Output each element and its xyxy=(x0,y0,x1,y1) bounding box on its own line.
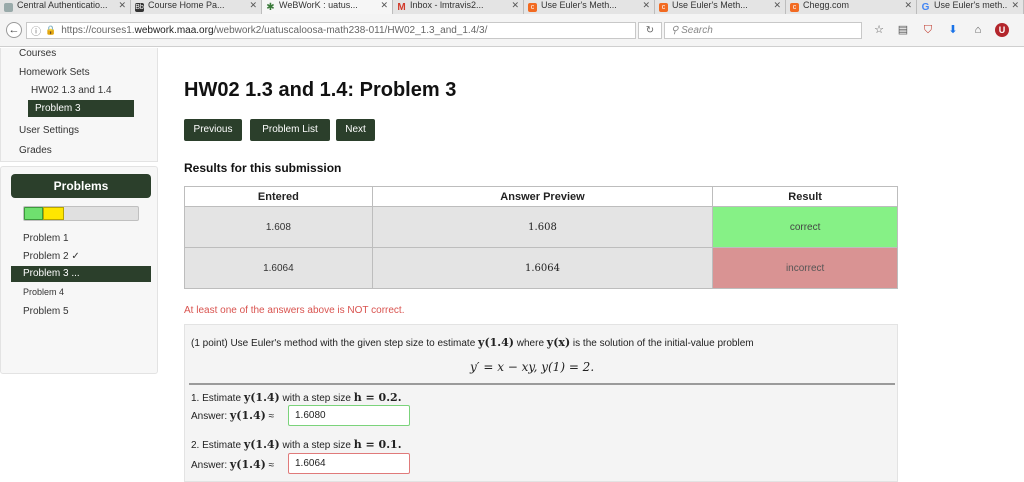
preview-cell: 1.608 xyxy=(371,206,714,248)
problem-panel: (1 point) Use Euler's method with the gi… xyxy=(184,324,898,482)
sidebar-navigation: Courses Homework Sets HW02 1.3 and 1.4 P… xyxy=(0,48,158,162)
preview-cell: 1.6064 xyxy=(371,247,714,289)
search-field[interactable]: ⚲ Search xyxy=(664,22,862,39)
reload-icon[interactable]: ↻ xyxy=(638,22,662,39)
browser-tab[interactable]: Central Authenticatio... ✕ xyxy=(0,0,131,14)
problems-header: Problems xyxy=(11,174,151,198)
answer-1-input[interactable]: 1.6080 xyxy=(288,405,410,426)
lock-icon: 🔒 xyxy=(45,25,57,35)
current-set-link[interactable]: HW02 1.3 and 1.4 xyxy=(31,85,112,96)
browser-tab[interactable]: c Chegg.com ✕ xyxy=(786,0,917,14)
browser-tab[interactable]: c Use Euler's Meth... ✕ xyxy=(655,0,786,14)
back-arrow-icon[interactable]: ← xyxy=(6,22,22,38)
browser-tab[interactable]: G Use Euler's meth... ✕ xyxy=(917,0,1024,14)
close-tab-icon[interactable]: ✕ xyxy=(511,0,519,11)
close-tab-icon[interactable]: ✕ xyxy=(1011,0,1019,11)
courses-link[interactable]: Courses xyxy=(19,48,56,59)
grades-link[interactable]: Grades xyxy=(19,145,52,156)
problem-link-3[interactable]: Problem 3 ... xyxy=(11,266,151,282)
chegg-icon: c xyxy=(659,2,668,12)
answer-2-label: Answer: y(1.4) ≈ xyxy=(191,458,275,471)
google-icon: G xyxy=(921,1,930,13)
problem-link-2[interactable]: Problem 2 ✓ xyxy=(23,251,80,262)
entered-cell: 1.6064 xyxy=(184,247,373,289)
page-title: HW02 1.3 and 1.4: Problem 3 xyxy=(184,79,457,101)
home-icon[interactable]: ⌂ xyxy=(971,23,985,37)
browser-tab[interactable]: c Use Euler's Meth... ✕ xyxy=(524,0,655,14)
sidebar: Courses Homework Sets HW02 1.3 and 1.4 P… xyxy=(0,48,160,374)
answer-1-label: Answer: y(1.4) ≈ xyxy=(191,409,275,422)
progress-bar xyxy=(23,206,139,221)
user-settings-link[interactable]: User Settings xyxy=(19,125,79,136)
close-tab-icon[interactable]: ✕ xyxy=(380,0,388,11)
chegg-icon: c xyxy=(528,2,537,12)
problem-link-5[interactable]: Problem 5 xyxy=(23,306,69,317)
browser-tab[interactable]: Bb Course Home Pa... ✕ xyxy=(131,0,262,14)
close-tab-icon[interactable]: ✕ xyxy=(642,0,650,11)
problem-link-4[interactable]: Problem 4 xyxy=(23,287,64,297)
problem-statement: (1 point) Use Euler's method with the gi… xyxy=(191,336,754,349)
info-icon: ⓘ xyxy=(31,27,41,38)
close-tab-icon[interactable]: ✕ xyxy=(118,0,126,11)
result-cell-incorrect: incorrect xyxy=(712,247,898,289)
column-header: Entered xyxy=(184,186,373,207)
answer-2-input[interactable]: 1.6064 xyxy=(288,453,410,474)
address-bar: ← ⓘ 🔒 https://courses1. webwork.maa.org/w… xyxy=(0,14,1024,47)
search-icon: ⚲ xyxy=(671,25,682,36)
question-2: 2. Estimate y(1.4) with a step size h = … xyxy=(191,438,402,451)
table-row: 1.608 1.608 correct xyxy=(184,206,898,248)
webwork-icon: ✱ xyxy=(266,1,275,13)
extension-icon[interactable]: U xyxy=(995,23,1009,37)
previous-button[interactable]: Previous xyxy=(184,119,242,141)
browser-tab-strip: Central Authenticatio... ✕ Bb Course Home … xyxy=(0,0,1024,14)
question-1: 1. Estimate y(1.4) with a step size h = … xyxy=(191,391,402,404)
problem-list-button[interactable]: Problem List xyxy=(250,119,330,141)
table-header-row: Entered Answer Preview Result xyxy=(184,186,898,207)
bookmark-star-icon[interactable]: ☆ xyxy=(872,23,886,37)
next-button[interactable]: Next xyxy=(336,119,375,141)
warning-message: At least one of the answers above is NOT… xyxy=(184,305,405,316)
browser-tab[interactable]: M Inbox - lmtravis2... ✕ xyxy=(393,0,524,14)
blackboard-icon: Bb xyxy=(135,2,144,12)
current-problem-link[interactable]: Problem 3 xyxy=(28,100,134,117)
results-table: Entered Answer Preview Result 1.608 1.60… xyxy=(184,186,898,289)
homework-sets-link[interactable]: Homework Sets xyxy=(19,67,90,78)
close-tab-icon[interactable]: ✕ xyxy=(249,0,257,11)
page-icon xyxy=(4,2,13,12)
download-icon[interactable]: ⬇ xyxy=(946,23,960,37)
url-field[interactable]: ⓘ 🔒 https://courses1. webwork.maa.org/web… xyxy=(26,22,636,39)
divider xyxy=(189,383,895,385)
results-heading: Results for this submission xyxy=(184,161,342,175)
column-header: Answer Preview xyxy=(371,186,714,207)
table-row: 1.6064 1.6064 incorrect xyxy=(184,247,898,289)
pocket-icon[interactable]: ⛉ xyxy=(921,23,935,37)
differential-equation: y′ = x − xy, y(1) = 2. xyxy=(470,360,595,374)
browser-tab-active[interactable]: ✱ WeBWorK : uatus... ✕ xyxy=(262,0,393,14)
problem-link-1[interactable]: Problem 1 xyxy=(23,233,69,244)
entered-cell: 1.608 xyxy=(184,206,373,248)
close-tab-icon[interactable]: ✕ xyxy=(773,0,781,11)
gmail-icon: M xyxy=(397,1,406,13)
reading-list-icon[interactable]: ▤ xyxy=(896,23,910,37)
result-cell-correct: correct xyxy=(712,206,898,248)
chegg-icon: c xyxy=(790,2,799,12)
progress-correct-segment xyxy=(24,207,43,220)
progress-partial-segment xyxy=(43,207,64,220)
column-header: Result xyxy=(712,186,898,207)
close-tab-icon[interactable]: ✕ xyxy=(904,0,912,11)
